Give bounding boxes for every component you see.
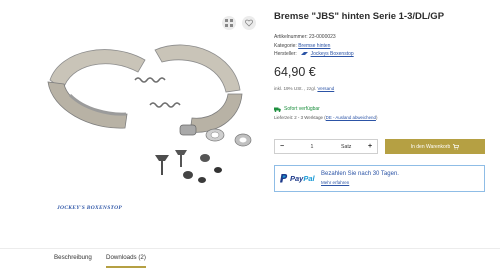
tax-info: inkl. 19% USt. , zzgl. Versand [274, 86, 334, 91]
add-to-cart-button[interactable]: In den Warenkorb [385, 139, 485, 154]
paypal-learn-more-link[interactable]: Mehr erfahren [321, 180, 349, 185]
paypal-logo: PayPal [280, 174, 315, 183]
paypal-wordmark: PayPal [290, 174, 315, 183]
delivery-time: Lieferzeit: 2 - 3 Werktage (DE - Ausland… [274, 115, 377, 120]
category-label: Kategorie: [274, 42, 297, 49]
tab-description[interactable]: Beschreibung [54, 254, 92, 261]
add-to-cart-label: In den Warenkorb [410, 143, 451, 150]
availability-text: Sofort verfügbar [284, 106, 320, 112]
tax-text: inkl. 19% USt. , zzgl. [274, 86, 317, 91]
tab-downloads[interactable]: Downloads (2) [106, 254, 146, 261]
product-image[interactable] [30, 10, 270, 195]
manufacturer-row: Hersteller: Jockeys Boxenstop [274, 50, 354, 59]
plus-icon[interactable]: + [363, 143, 377, 150]
product-meta: Artikelnummer: 23-0000023 Kategorie: Bre… [274, 33, 354, 59]
product-title: Bremse "JBS" hinten Serie 1-3/DL/GP [274, 11, 445, 22]
manufacturer-logo-icon [301, 52, 309, 56]
active-tab-indicator [106, 266, 146, 268]
delivery-text: Lieferzeit: 2 - 3 Werktage ( [274, 115, 326, 120]
cart-icon [453, 143, 460, 149]
paypal-icon [280, 174, 288, 183]
quantity-stepper[interactable]: − 1 Satz + [274, 139, 378, 154]
quantity-value[interactable]: 1 [289, 144, 335, 150]
manufacturer-label: Hersteller: [274, 51, 297, 57]
delivery-truck-icon [274, 107, 281, 112]
quantity-unit: Satz [341, 143, 352, 150]
manufacturer-link[interactable]: Jockeys Boxenstop [311, 51, 354, 57]
product-tabs: Beschreibung Downloads (2) [0, 248, 500, 268]
product-price: 64,90 € [274, 65, 316, 79]
brand-logo: JOCKEY'S BOXENSTOP [57, 205, 123, 211]
shipping-link[interactable]: Versand [317, 86, 334, 91]
wishlist-button[interactable] [242, 16, 256, 30]
paypal-wordmark-pay: Pay [290, 174, 304, 183]
minus-icon[interactable]: − [275, 143, 289, 150]
paypal-wordmark-pal: Pal [303, 174, 315, 183]
zoom-button[interactable] [222, 16, 236, 30]
paypal-banner[interactable]: PayPal Bezahlen Sie nach 30 Tagen. Mehr … [274, 165, 485, 192]
product-gallery: JOCKEY'S BOXENSTOP [0, 0, 265, 230]
paypal-message: Bezahlen Sie nach 30 Tagen. [321, 171, 399, 177]
article-number-label: Artikelnummer: [274, 34, 308, 40]
article-number-row: Artikelnummer: 23-0000023 [274, 33, 354, 42]
delivery-abroad-link[interactable]: DE - Ausland abweichend [326, 115, 376, 120]
heart-icon [245, 19, 253, 27]
category-row: Kategorie: Bremse hinten [274, 42, 354, 51]
availability: Sofort verfügbar [274, 106, 320, 112]
article-number-value: 23-0000023 [309, 34, 336, 40]
delivery-suffix: ) [375, 115, 378, 120]
grid-icon [225, 19, 233, 27]
category-link[interactable]: Bremse hinten [298, 43, 330, 49]
